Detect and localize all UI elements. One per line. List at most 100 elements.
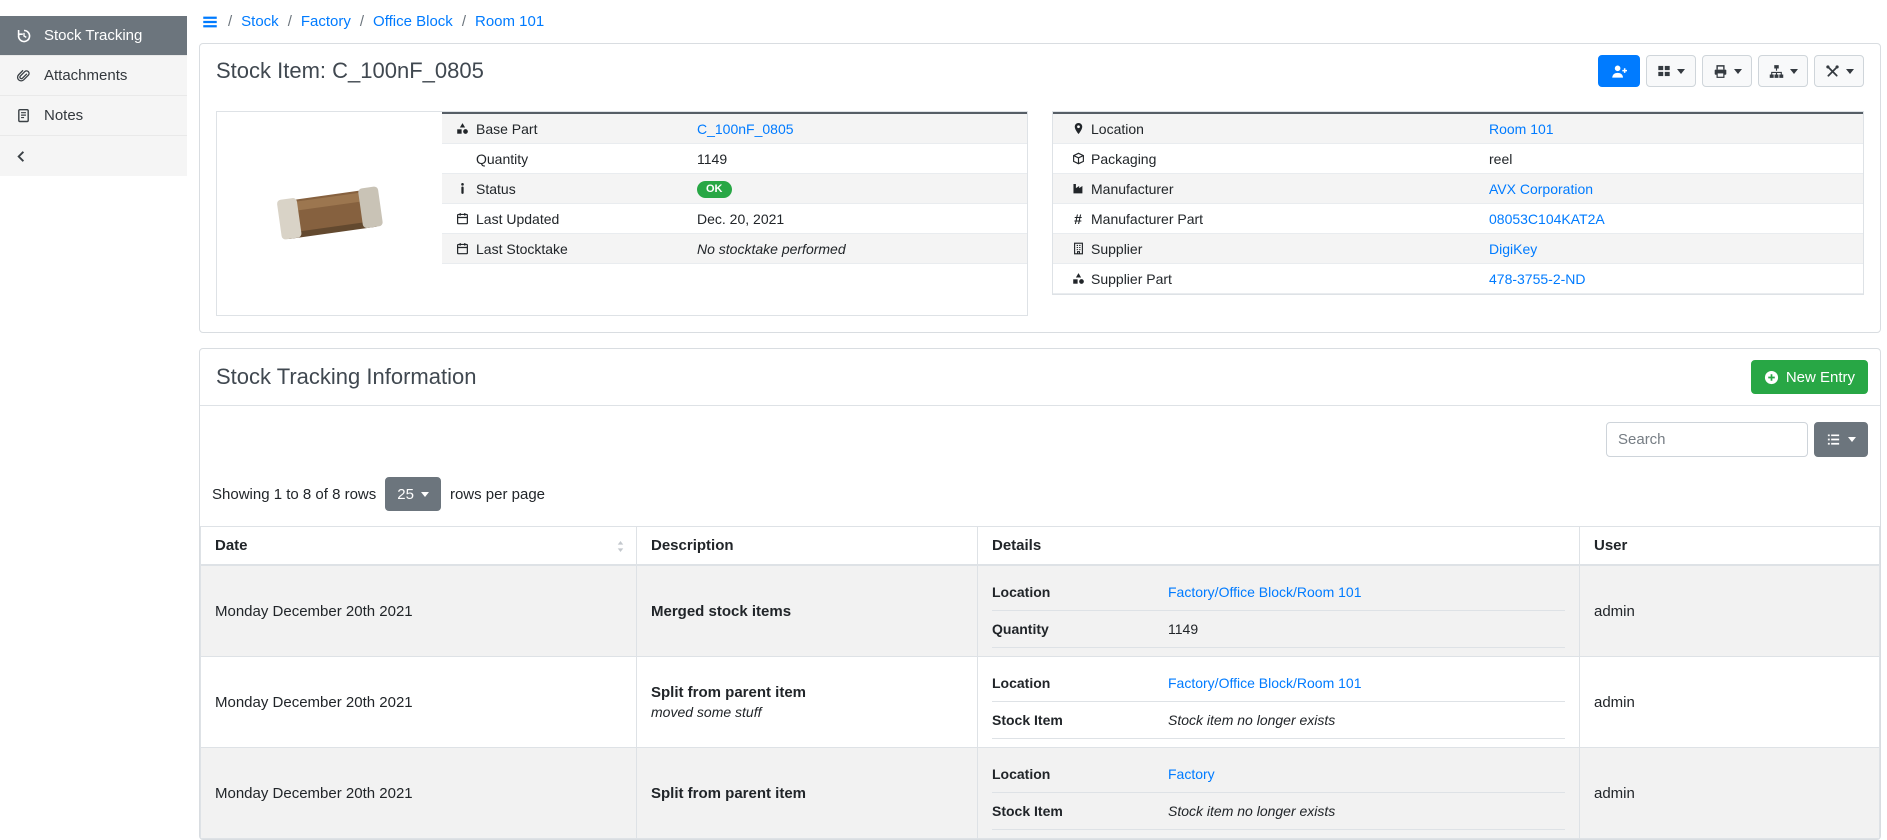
supplier-part-link[interactable]: 478-3755-2-ND: [1489, 271, 1863, 287]
detail-label: Supplier: [1091, 241, 1489, 257]
sidebar-item-notes[interactable]: Notes: [0, 96, 187, 136]
detail-row-supplier: Supplier DigiKey: [1053, 234, 1863, 264]
detail-location-link[interactable]: Factory: [1168, 766, 1565, 782]
detail-label: Packaging: [1091, 151, 1489, 167]
stock-item-toolbar: [1598, 55, 1864, 87]
chevron-down-icon: [421, 492, 429, 497]
capacitor-image: [274, 173, 386, 255]
chevron-down-icon: [1848, 437, 1856, 442]
menu-icon[interactable]: [201, 13, 219, 31]
print-actions-dropdown[interactable]: [1702, 55, 1752, 87]
search-input[interactable]: [1606, 422, 1808, 457]
chevron-down-icon: [1734, 69, 1742, 74]
box-icon: [1065, 152, 1091, 165]
calendar-icon: [448, 242, 476, 255]
detail-label: Supplier Part: [1091, 271, 1489, 287]
user-plus-icon: [1611, 64, 1628, 79]
plus-circle-icon: [1764, 370, 1779, 385]
detail-row-packaging: Packaging reel: [1053, 144, 1863, 174]
shapes-icon: [1065, 272, 1091, 285]
details-cell: Location Factory/Office Block/Room 101 S…: [978, 657, 1580, 748]
date-cell: Monday December 20th 2021: [201, 657, 637, 748]
new-entry-button[interactable]: New Entry: [1751, 360, 1868, 394]
pagination-bar: Showing 1 to 8 of 8 rows 25 rows per pag…: [200, 477, 1880, 511]
detail-label: Manufacturer Part: [1091, 211, 1489, 227]
breadcrumb-separator: /: [288, 13, 292, 30]
sidebar-item-stock-tracking[interactable]: Stock Tracking: [0, 16, 187, 56]
showing-rows-text: Showing 1 to 8 of 8 rows: [212, 486, 376, 503]
detail-row-last-stocktake: Last Stocktake No stocktake performed: [442, 234, 1027, 264]
sitemap-icon: [1769, 64, 1784, 79]
breadcrumb-link-stock[interactable]: Stock: [241, 13, 279, 30]
user-cell: admin: [1580, 565, 1880, 657]
manufacturer-part-link[interactable]: 08053C104KAT2A: [1489, 211, 1863, 227]
sidebar-item-label: Notes: [44, 107, 83, 124]
building-icon: [1065, 242, 1091, 255]
column-header-date[interactable]: Date: [201, 527, 637, 566]
part-image[interactable]: [217, 112, 442, 315]
detail-subrow: Location Factory: [992, 756, 1565, 793]
detail-row-supplier-part: Supplier Part 478-3755-2-ND: [1053, 264, 1863, 294]
location-link[interactable]: Room 101: [1489, 121, 1863, 137]
date-cell: Monday December 20th 2021: [201, 565, 637, 657]
detail-label: Status: [476, 181, 697, 197]
supplier-link[interactable]: DigiKey: [1489, 241, 1863, 257]
chevron-left-icon: [14, 149, 29, 164]
table-row: Monday December 20th 2021 Split from par…: [201, 748, 1880, 839]
columns-dropdown-button[interactable]: [1814, 422, 1868, 457]
breadcrumb-link-factory[interactable]: Factory: [301, 13, 351, 30]
breadcrumb-separator: /: [360, 13, 364, 30]
detail-location-link[interactable]: Factory/Office Block/Room 101: [1168, 675, 1565, 691]
printer-icon: [1713, 64, 1728, 79]
detail-label: Manufacturer: [1091, 181, 1489, 197]
detail-row-last-updated: Last Updated Dec. 20, 2021: [442, 204, 1027, 234]
map-marker-icon: [1065, 122, 1091, 135]
stock-tracking-card: Stock Tracking Information New Entry Sho…: [199, 348, 1881, 840]
hash-icon: #: [1065, 212, 1091, 226]
detail-label: Last Stocktake: [476, 241, 697, 257]
detail-label: Base Part: [476, 121, 697, 137]
note-icon: [14, 108, 33, 123]
column-header-description: Description: [637, 527, 978, 566]
sidebar-item-label: Attachments: [44, 67, 127, 84]
detail-row-manufacturer-part: # Manufacturer Part 08053C104KAT2A: [1053, 204, 1863, 234]
detail-subrow: Location Factory/Office Block/Room 101: [992, 574, 1565, 611]
description-cell: Merged stock items: [637, 565, 978, 657]
barcode-actions-dropdown[interactable]: [1646, 55, 1696, 87]
breadcrumb-separator: /: [228, 13, 232, 30]
last-stocktake-value: No stocktake performed: [697, 241, 1027, 257]
manufacturer-link[interactable]: AVX Corporation: [1489, 181, 1863, 197]
sort-icon: [615, 539, 626, 554]
page-title: Stock Item: C_100nF_0805: [216, 58, 484, 84]
breadcrumb-separator: /: [462, 13, 466, 30]
main-content: / Stock / Factory / Office Block / Room …: [199, 0, 1881, 840]
edit-actions-dropdown[interactable]: [1814, 55, 1864, 87]
user-cell: admin: [1580, 657, 1880, 748]
detail-location-link[interactable]: Factory/Office Block/Room 101: [1168, 584, 1565, 600]
user-cell: admin: [1580, 748, 1880, 839]
details-cell: Location Factory Stock Item Stock item n…: [978, 748, 1580, 839]
table-row: Monday December 20th 2021 Merged stock i…: [201, 565, 1880, 657]
details-cell: Location Factory/Office Block/Room 101 Q…: [978, 565, 1580, 657]
item-summary-table: Base Part C_100nF_0805 Quantity 1149 Sta…: [442, 112, 1027, 315]
detail-subrow: Stock Item Stock item no longer exists: [992, 793, 1565, 830]
sidebar-item-attachments[interactable]: Attachments: [0, 56, 187, 96]
detail-row-status: Status OK: [442, 174, 1027, 204]
stock-actions-button[interactable]: [1598, 55, 1640, 87]
sidebar-item-label: Stock Tracking: [44, 27, 142, 44]
grid-icon: [1657, 64, 1671, 78]
status-badge: OK: [697, 181, 732, 198]
page-size-value: 25: [397, 486, 414, 503]
breadcrumb-link-room-101[interactable]: Room 101: [475, 13, 544, 30]
packaging-value: reel: [1489, 151, 1863, 167]
paperclip-icon: [14, 68, 33, 83]
sidebar-collapse-button[interactable]: [0, 136, 187, 176]
base-part-link[interactable]: C_100nF_0805: [697, 121, 1027, 137]
stock-options-dropdown[interactable]: [1758, 55, 1808, 87]
breadcrumb-link-office-block[interactable]: Office Block: [373, 13, 453, 30]
quantity-value: 1149: [697, 151, 1027, 167]
stock-item-card: Stock Item: C_100nF_0805: [199, 43, 1881, 333]
breadcrumb: / Stock / Factory / Office Block / Room …: [199, 0, 1881, 43]
chevron-down-icon: [1846, 69, 1854, 74]
page-size-dropdown[interactable]: 25: [385, 477, 441, 511]
